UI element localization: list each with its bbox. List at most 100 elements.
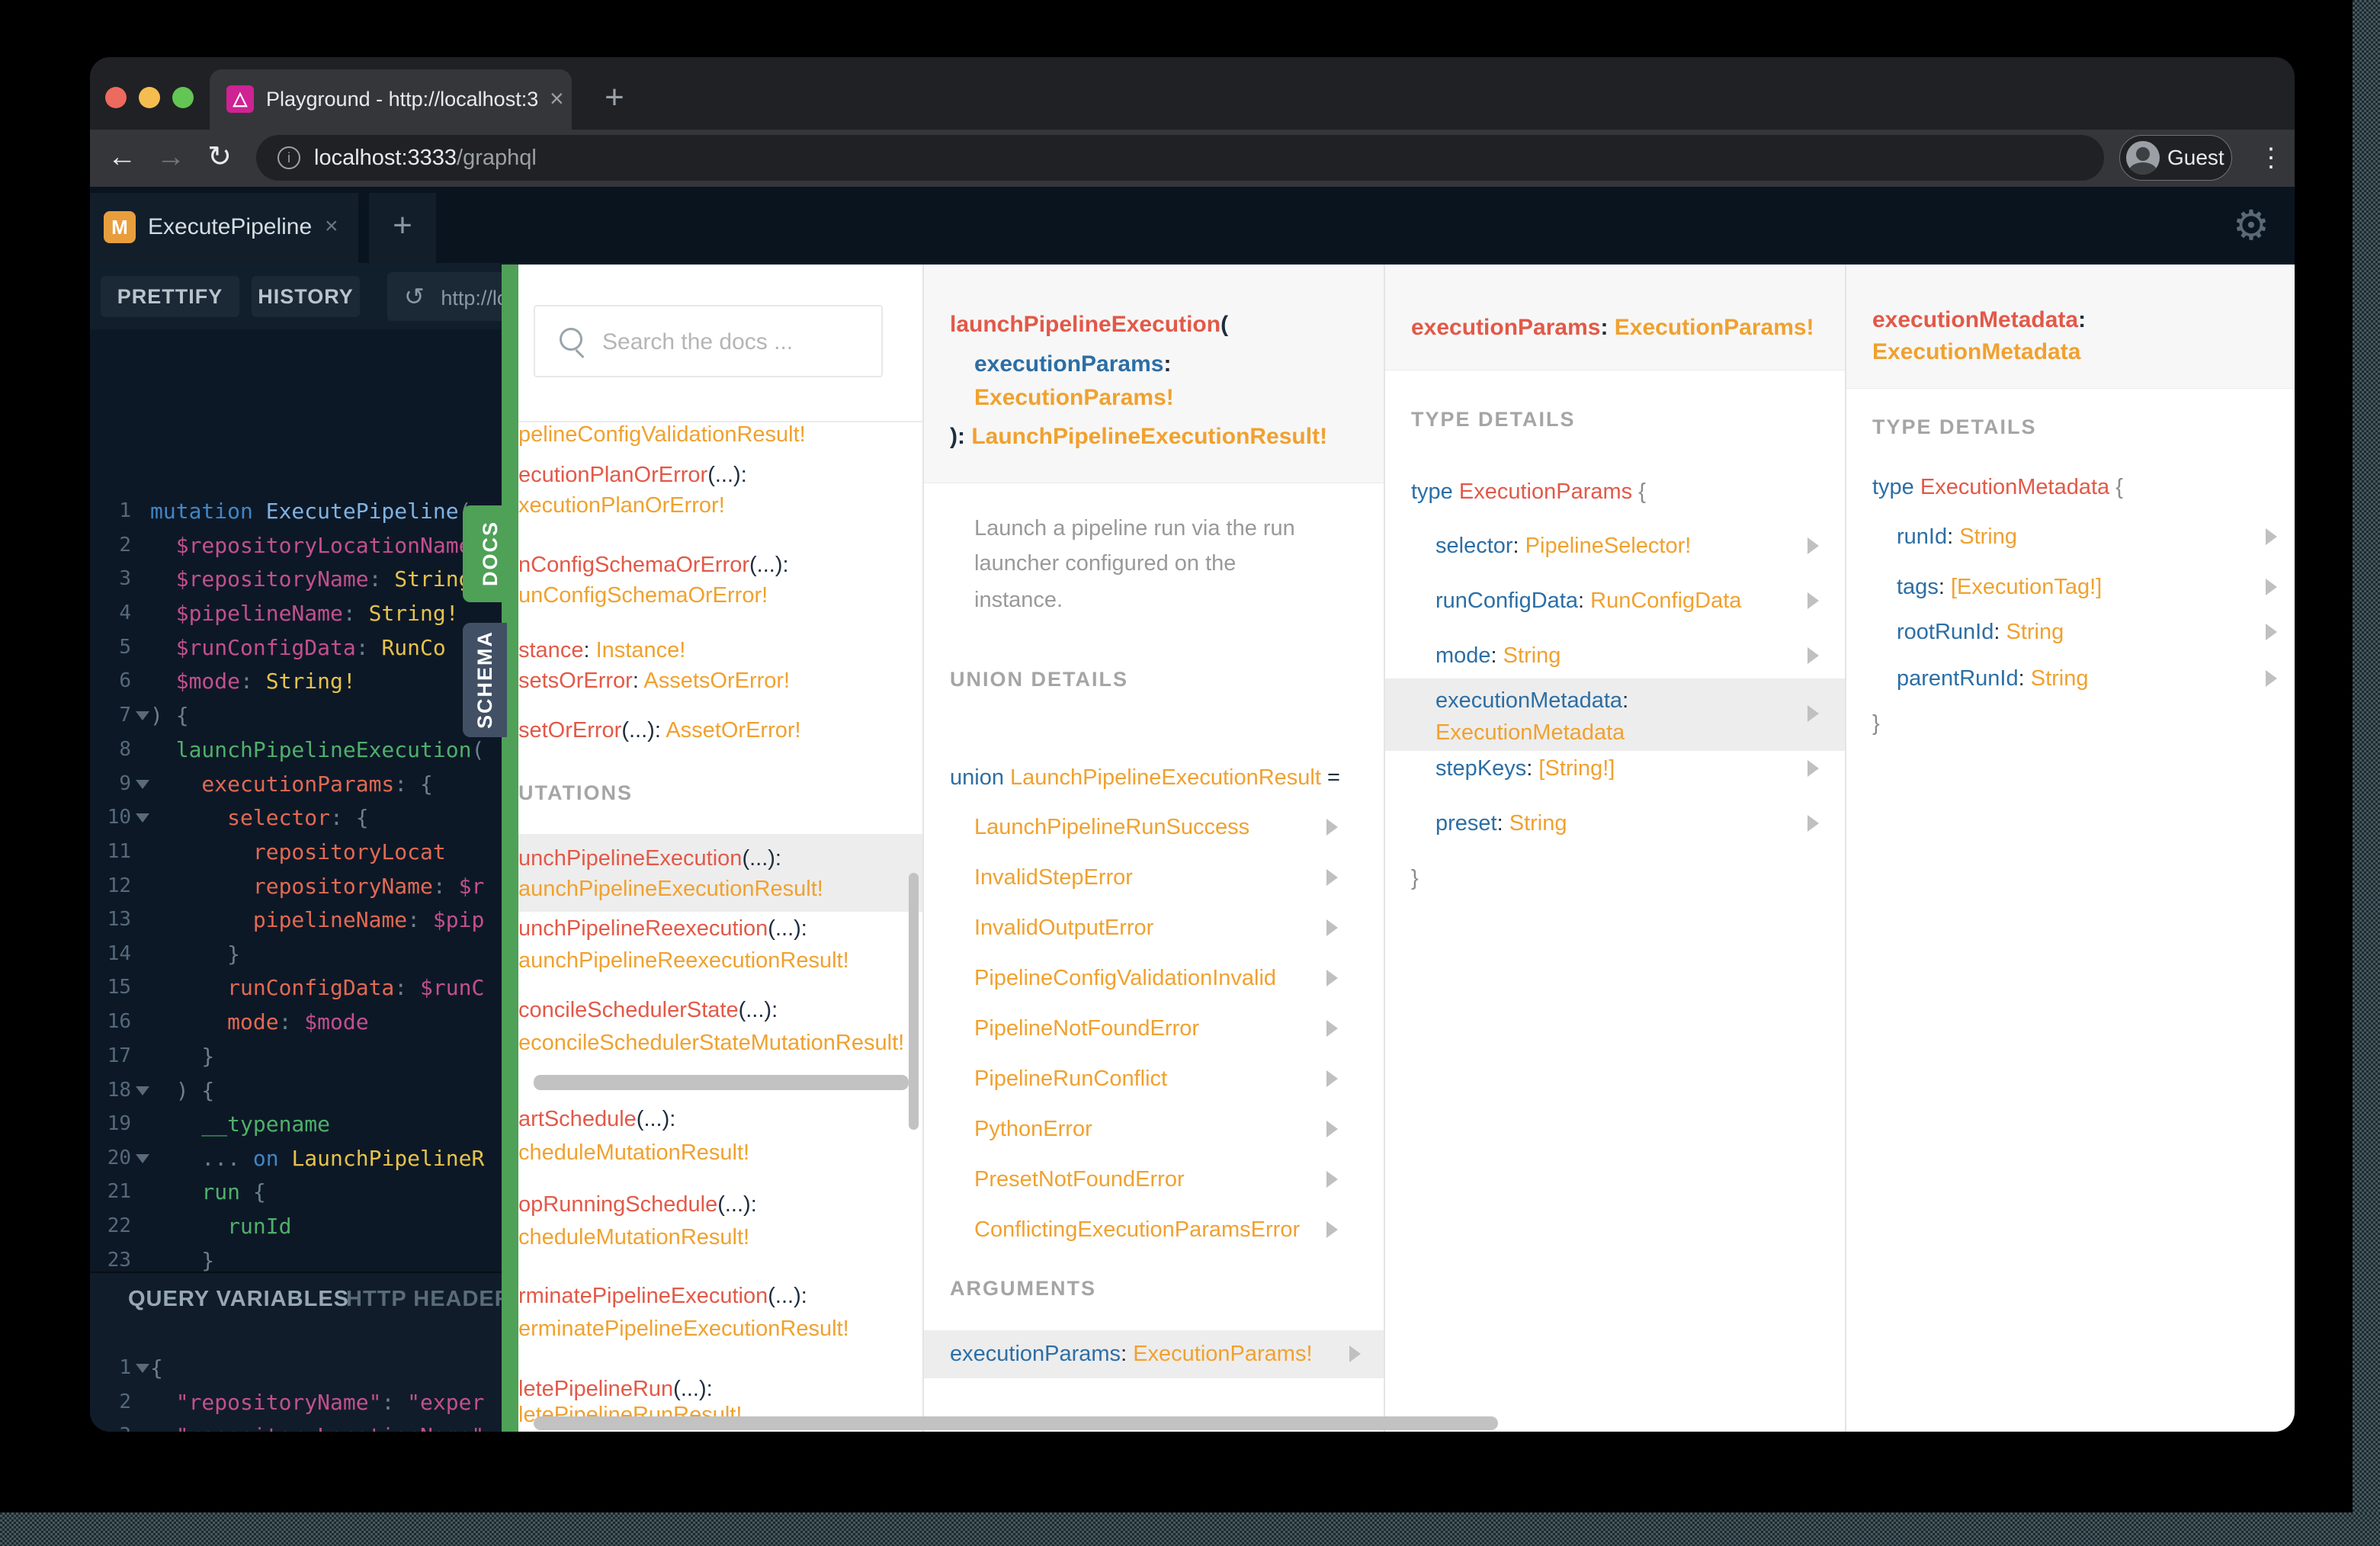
expand-chevron-icon[interactable]: [1807, 815, 1819, 832]
settings-gear-icon[interactable]: ⚙: [2224, 199, 2278, 252]
docs-item[interactable]: setOrError(...): AssetOrError!: [518, 714, 801, 747]
window-minimize-button[interactable]: [139, 87, 160, 108]
field-signature: ExecutionParams!: [974, 385, 1174, 410]
horizontal-scrollbar[interactable]: [534, 1075, 909, 1090]
browser-menu-icon[interactable]: ⋮: [2252, 135, 2290, 181]
fold-arrow-icon[interactable]: [136, 813, 149, 823]
docs-item[interactable]: stance: Instance!: [518, 633, 685, 667]
expand-chevron-icon[interactable]: [1326, 970, 1338, 986]
type-field[interactable]: tags: [ExecutionTag!]: [1897, 570, 2102, 604]
union-type-item[interactable]: ConflictingExecutionParamsError: [974, 1213, 1300, 1246]
fold-arrow-icon[interactable]: [136, 711, 149, 720]
docs-item[interactable]: ecutionPlanOrError(...):: [518, 458, 747, 492]
fold-arrow-icon[interactable]: [136, 780, 149, 789]
expand-chevron-icon[interactable]: [1326, 1221, 1338, 1238]
type-field-selected[interactable]: ExecutionMetadata: [1435, 716, 1625, 749]
expand-chevron-icon[interactable]: [1326, 1020, 1338, 1037]
history-button[interactable]: HISTORY: [252, 276, 360, 317]
docs-item[interactable]: opRunningSchedule(...):: [518, 1188, 757, 1221]
docs-item[interactable]: erminatePipelineExecutionResult!: [518, 1312, 849, 1346]
profile-button[interactable]: Guest: [2119, 135, 2232, 181]
fold-arrow-icon[interactable]: [136, 1364, 149, 1373]
docs-item[interactable]: unchPipelineReexecution(...):: [518, 912, 807, 945]
expand-chevron-icon[interactable]: [1807, 705, 1819, 722]
union-type-item[interactable]: InvalidStepError: [974, 861, 1133, 894]
prettify-button[interactable]: PRETTIFY: [101, 276, 239, 317]
playground-tab-executepipeline[interactable]: M ExecutePipeline ×: [90, 193, 358, 263]
docs-item[interactable]: cheduleMutationResult!: [518, 1136, 749, 1169]
forward-button[interactable]: →: [149, 130, 192, 187]
union-type-item[interactable]: LaunchPipelineRunSuccess: [974, 810, 1249, 844]
union-type-item[interactable]: PipelineNotFoundError: [974, 1012, 1199, 1045]
type-field[interactable]: preset: String: [1435, 807, 1567, 840]
expand-chevron-icon[interactable]: [1807, 760, 1819, 777]
type-field-selected[interactable]: executionMetadata:: [1435, 684, 1628, 717]
reload-button[interactable]: ↻: [198, 130, 241, 187]
fold-arrow-icon[interactable]: [136, 1086, 149, 1095]
expand-chevron-icon[interactable]: [1326, 919, 1338, 936]
type-field[interactable]: rootRunId: String: [1897, 615, 2064, 649]
type-field[interactable]: runConfigData: RunConfigData: [1435, 584, 1741, 617]
tab-close-icon[interactable]: ×: [550, 69, 564, 130]
tab-http-headers[interactable]: HTTP HEADERS: [346, 1287, 527, 1312]
expand-chevron-icon[interactable]: [1326, 1171, 1338, 1188]
docs-drag-handle[interactable]: [502, 265, 518, 1432]
window-close-button[interactable]: [105, 87, 127, 108]
docs-item[interactable]: unConfigSchemaOrError!: [518, 579, 768, 612]
expand-chevron-icon[interactable]: [1326, 869, 1338, 886]
type-field[interactable]: stepKeys: [String!]: [1435, 752, 1615, 785]
argument-item-selected[interactable]: executionParams: ExecutionParams!: [950, 1337, 1313, 1371]
docs-search-input[interactable]: [601, 306, 871, 377]
docs-item[interactable]: artSchedule(...):: [518, 1102, 675, 1136]
vertical-scrollbar[interactable]: [909, 873, 919, 1130]
union-type-item[interactable]: PythonError: [974, 1112, 1092, 1146]
tab-schema[interactable]: SCHEMA: [463, 623, 507, 737]
back-button[interactable]: ←: [101, 130, 143, 187]
docs-item[interactable]: pelineConfigValidationResult!: [518, 418, 806, 451]
type-field[interactable]: parentRunId: String: [1897, 662, 2089, 695]
docs-item-selected[interactable]: unchPipelineExecution(...):: [518, 842, 781, 875]
docs-item[interactable]: aunchPipelineReexecutionResult!: [518, 944, 849, 977]
fold-arrow-icon[interactable]: [136, 1154, 149, 1163]
docs-item[interactable]: econcileSchedulerStateMutationResult!: [518, 1026, 904, 1060]
type-field[interactable]: selector: PipelineSelector!: [1435, 529, 1691, 563]
docs-item[interactable]: setsOrError: AssetsOrError!: [518, 664, 790, 698]
expand-chevron-icon[interactable]: [2266, 579, 2277, 595]
docs-item[interactable]: xecutionPlanOrError!: [518, 489, 725, 522]
expand-chevron-icon[interactable]: [1807, 592, 1819, 609]
tab-docs[interactable]: DOCS: [463, 505, 518, 602]
expand-chevron-icon[interactable]: [1807, 647, 1819, 664]
expand-chevron-icon[interactable]: [2266, 624, 2277, 640]
type-field[interactable]: mode: String: [1435, 639, 1560, 672]
query-editor[interactable]: 1mutation ExecutePipeline( 2 $repository…: [90, 329, 518, 1273]
type-field[interactable]: runId: String: [1897, 520, 2017, 553]
expand-chevron-icon[interactable]: [2266, 528, 2277, 545]
union-type-item[interactable]: InvalidOutputError: [974, 911, 1153, 945]
window-zoom-button[interactable]: [172, 87, 194, 108]
browser-tab[interactable]: △ Playground - http://localhost:3 ×: [210, 69, 572, 130]
playground-tab-close-icon[interactable]: ×: [325, 193, 338, 263]
tab-query-variables[interactable]: QUERY VARIABLES: [128, 1287, 349, 1312]
expand-chevron-icon[interactable]: [1349, 1346, 1361, 1362]
profile-label: Guest: [2167, 146, 2224, 169]
expand-chevron-icon[interactable]: [1326, 819, 1338, 836]
query-variables-panel[interactable]: QUERY VARIABLES HTTP HEADERS 1{ 2 "repos…: [90, 1272, 526, 1432]
expand-chevron-icon[interactable]: [1807, 537, 1819, 554]
expand-chevron-icon[interactable]: [1326, 1070, 1338, 1087]
site-info-icon[interactable]: i: [277, 146, 300, 169]
union-type-item[interactable]: PipelineRunConflict: [974, 1062, 1167, 1095]
docs-item[interactable]: cheduleMutationResult!: [518, 1220, 749, 1254]
union-type-item[interactable]: PipelineConfigValidationInvalid: [974, 961, 1276, 995]
playground-new-tab-button[interactable]: +: [369, 193, 436, 263]
docs-item[interactable]: nConfigSchemaOrError(...):: [518, 548, 789, 582]
url-bar[interactable]: i localhost:3333/graphql: [256, 135, 2104, 181]
new-tab-button[interactable]: +: [584, 69, 645, 130]
docs-item[interactable]: rminatePipelineExecution(...):: [518, 1279, 807, 1313]
docs-item-selected[interactable]: aunchPipelineExecutionResult!: [518, 872, 823, 906]
docs-item[interactable]: concileSchedulerState(...):: [518, 993, 778, 1027]
docs-search-box[interactable]: [534, 305, 883, 377]
union-type-item[interactable]: PresetNotFoundError: [974, 1163, 1185, 1196]
expand-chevron-icon[interactable]: [2266, 670, 2277, 687]
docs-horizontal-scrollbar[interactable]: [534, 1416, 1498, 1430]
expand-chevron-icon[interactable]: [1326, 1121, 1338, 1137]
